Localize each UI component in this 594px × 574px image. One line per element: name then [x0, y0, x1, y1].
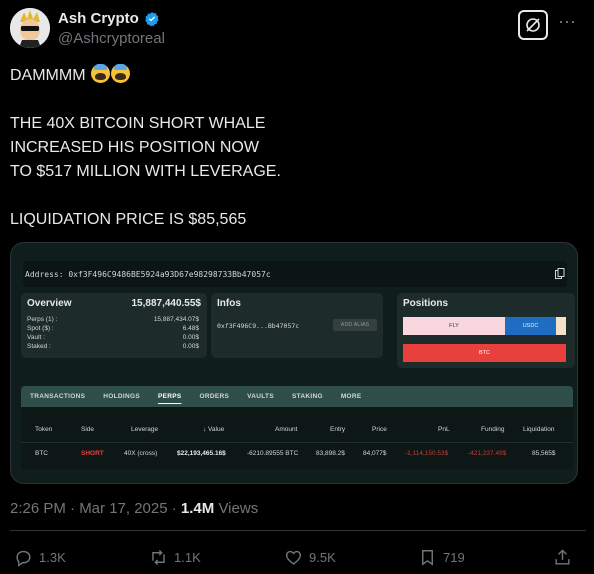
table-cell: SHORT	[81, 450, 104, 457]
usdc-segment: USDC	[505, 317, 556, 335]
table-cell: 84,077$	[363, 450, 387, 457]
screaming-face-emoji-icon	[111, 64, 130, 83]
tweet-line: THE 40X BITCOIN SHORT WHALE	[10, 115, 266, 132]
overview-row: Spot ($) :6.48$	[27, 325, 199, 332]
share-button[interactable]	[553, 548, 572, 567]
copy-icon	[555, 268, 565, 279]
heart-icon	[285, 550, 302, 565]
avatar[interactable]	[10, 8, 50, 48]
tweet-line: INCREASED HIS POSITION NOW	[10, 139, 259, 156]
like-count: 9.5K	[309, 550, 336, 565]
infos-title: Infos	[217, 298, 241, 309]
author-handle[interactable]: @Ashcryptoreal	[58, 30, 165, 47]
divider	[10, 530, 586, 531]
grok-button[interactable]	[518, 10, 548, 40]
author-name-row[interactable]: Ash Crypto	[58, 10, 160, 27]
verified-badge-icon	[145, 11, 159, 26]
reply-icon	[16, 550, 31, 567]
overview-title: Overview	[27, 298, 72, 309]
column-header: Price	[372, 426, 387, 433]
reply-count: 1.3K	[39, 550, 66, 565]
column-header: Amount	[275, 426, 298, 433]
attached-image[interactable]: Address: 0xf3F496C9486BE5924a93D67e98298…	[10, 242, 578, 484]
table-divider	[21, 442, 573, 443]
repost-count: 1.1K	[174, 550, 201, 565]
tab-perps: PERPS	[157, 393, 182, 400]
perps-table	[21, 407, 573, 469]
column-header: Entry	[330, 426, 346, 433]
screaming-face-emoji-icon	[91, 64, 110, 83]
positions-title: Positions	[403, 298, 449, 309]
views-count: 1.4M	[180, 500, 215, 517]
column-header: Leverage	[131, 426, 159, 433]
wallet-address: Address: 0xf3F496C9486BE5924a93D67e98298…	[25, 270, 271, 279]
column-header: ↓ Value	[203, 426, 225, 433]
column-header: Token	[35, 426, 53, 433]
tab-holdings: HOLDINGS	[103, 393, 140, 400]
overview-row: Perps (1) :15,887,434.07$	[27, 316, 199, 323]
views-label: Views	[214, 500, 259, 517]
tweet-line: DAMMMM	[10, 67, 86, 84]
tab-transactions: TRANSACTIONS	[30, 393, 86, 400]
add-alias-button: ADD ALIAS	[333, 319, 377, 331]
repost-icon	[152, 549, 165, 566]
btc-position-bar: BTC	[403, 344, 566, 362]
bookmark-button[interactable]: 719	[418, 548, 465, 567]
card-tabs: TRANSACTIONS HOLDINGS PERPS ORDERS VAULT…	[21, 386, 573, 407]
tab-staking: STAKING	[291, 393, 323, 400]
tweet-text: DAMMMM THE 40X BITCOIN SHORT WHALE INCRE…	[10, 64, 570, 232]
infos-address: 0xf3F496C9...Bb47057c	[217, 322, 300, 330]
overview-row: Staked :0.00$	[27, 343, 199, 350]
other-segment	[556, 317, 566, 335]
bookmark-icon	[422, 550, 433, 566]
table-cell: $22,193,465.16$	[177, 450, 226, 457]
table-cell: -6210.89555 BTC	[247, 450, 299, 457]
table-cell: -1,114,150.53$	[405, 450, 449, 457]
repost-button[interactable]: 1.1K	[149, 548, 201, 567]
tweet-line: TO $517 MILLION WITH LEVERAGE.	[10, 163, 281, 180]
positions-allocation-bar: FLY USDC	[403, 317, 566, 335]
more-options-icon[interactable]: ⋯	[558, 12, 577, 33]
fly-segment: FLY	[403, 317, 505, 335]
tweet-timestamp[interactable]: 2:26 PM · Mar 17, 2025 ·	[10, 500, 181, 517]
bookmark-count: 719	[443, 550, 465, 565]
table-cell: BTC	[35, 450, 48, 457]
table-cell: -421,237.49$	[468, 450, 507, 457]
column-header: Side	[81, 426, 95, 433]
share-icon	[555, 549, 570, 565]
column-header: Funding	[481, 426, 505, 433]
author-name[interactable]: Ash Crypto	[58, 10, 139, 27]
tweet-line: LIQUIDATION PRICE IS $85,565	[10, 211, 247, 228]
column-header: PnL	[438, 426, 450, 433]
tab-vaults: VAULTS	[247, 393, 274, 400]
overview-row: Vault :0.00$	[27, 334, 199, 341]
table-cell: 83,898.2$	[316, 450, 345, 457]
tweet-meta: 2:26 PM · Mar 17, 2025 · 1.4M Views	[10, 500, 258, 517]
tab-orders: ORDERS	[199, 393, 230, 400]
overview-total: 15,887,440.55$	[131, 298, 201, 309]
like-button[interactable]: 9.5K	[284, 548, 336, 567]
column-header: Liquidation	[523, 426, 555, 433]
table-cell: 85,565$	[532, 450, 556, 457]
tab-more: MORE	[340, 393, 362, 400]
table-cell: 40X (cross)	[124, 450, 158, 457]
grok-icon	[526, 18, 540, 32]
reply-button[interactable]: 1.3K	[14, 548, 66, 567]
